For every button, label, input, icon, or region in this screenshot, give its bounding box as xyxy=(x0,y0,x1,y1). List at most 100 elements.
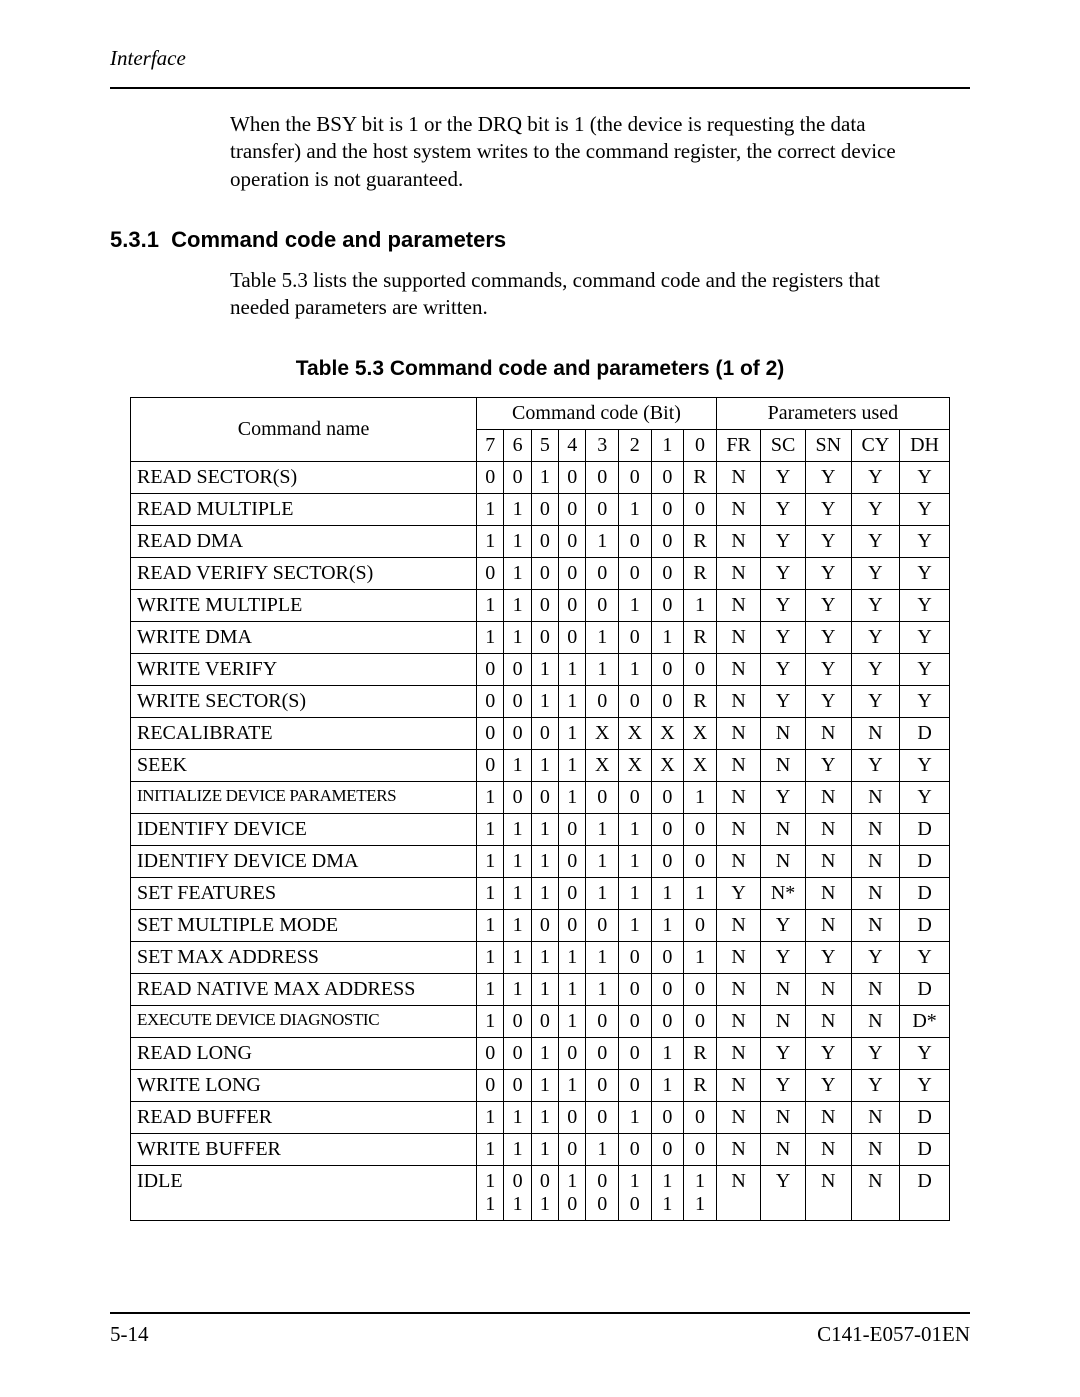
cell-bit: 0 xyxy=(531,622,558,654)
cell-param: N xyxy=(851,1166,899,1221)
cell-param: Y xyxy=(851,494,899,526)
cell-bit: X xyxy=(586,718,619,750)
cell-bit: 1 xyxy=(619,590,652,622)
cell-param: Y xyxy=(851,526,899,558)
cell-param: Y xyxy=(851,622,899,654)
cell-bit: 0 xyxy=(619,974,652,1006)
cell-bit: 0 xyxy=(559,622,586,654)
cell-bit: 0 xyxy=(531,590,558,622)
cell-bit: R xyxy=(684,622,717,654)
cell-bit: 0 xyxy=(586,1070,619,1102)
col-bit0: 0 xyxy=(684,430,717,462)
cell-command-name: IDENTIFY DEVICE DMA xyxy=(131,846,477,878)
col-command-name: Command name xyxy=(131,398,477,462)
cell-param: Y xyxy=(851,654,899,686)
cell-bit: 0 xyxy=(559,910,586,942)
cell-bit: 0 xyxy=(531,910,558,942)
cell-bit: 1 xyxy=(477,910,504,942)
cell-param: N xyxy=(761,974,806,1006)
cell-command-name: WRITE SECTOR(S) xyxy=(131,686,477,718)
cell-bit: 1 xyxy=(586,622,619,654)
cell-param: N xyxy=(805,846,851,878)
cell-param: Y xyxy=(761,1070,806,1102)
cell-bit: 1 xyxy=(684,590,717,622)
cell-param: N xyxy=(761,1006,806,1038)
cell-param: N xyxy=(716,1102,761,1134)
cell-bit: 1 xyxy=(586,878,619,910)
cell-param: D xyxy=(900,974,950,1006)
cell-param: N xyxy=(805,1006,851,1038)
table-row: SET MULTIPLE MODE11000110NYNND xyxy=(131,910,950,942)
cell-bit: 0 xyxy=(619,622,652,654)
cell-bit: 1 xyxy=(619,878,652,910)
cell-bit: 1 xyxy=(559,686,586,718)
running-header: Interface xyxy=(110,46,970,71)
cell-bit: 1 xyxy=(477,526,504,558)
cell-bit: 1 xyxy=(504,750,531,782)
cell-bit: 0 xyxy=(477,654,504,686)
col-fr: FR xyxy=(716,430,761,462)
cell-bit: 0 xyxy=(531,526,558,558)
cell-bit: 1 xyxy=(477,1134,504,1166)
cell-bit: 1 xyxy=(619,910,652,942)
cell-param: N xyxy=(851,846,899,878)
cell-bit: 0 xyxy=(586,910,619,942)
cell-param: N xyxy=(851,910,899,942)
cell-param: D xyxy=(900,1102,950,1134)
col-bit5: 5 xyxy=(531,430,558,462)
cell-bit: 0 xyxy=(586,462,619,494)
table-row: EXECUTE DEVICE DIAGNOSTIC10010000NNNND* xyxy=(131,1006,950,1038)
cell-bit: 1 xyxy=(504,910,531,942)
cell-param: D xyxy=(900,718,950,750)
cell-bit: 1 xyxy=(559,654,586,686)
cell-bit: 0 xyxy=(651,942,684,974)
cell-bit: 1 xyxy=(586,654,619,686)
cell-param: Y xyxy=(805,942,851,974)
cell-param: Y xyxy=(900,494,950,526)
col-group-params: Parameters used xyxy=(716,398,949,430)
cell-command-name: READ MULTIPLE xyxy=(131,494,477,526)
cell-bit: 1 xyxy=(504,814,531,846)
cell-bit: 0 xyxy=(586,782,619,814)
col-sn: SN xyxy=(805,430,851,462)
table-row: READ MULTIPLE11000100NYYYY xyxy=(131,494,950,526)
cell-bit: R xyxy=(684,686,717,718)
cell-param: Y xyxy=(900,686,950,718)
cell-param: N xyxy=(716,622,761,654)
cell-bit: 0 xyxy=(619,462,652,494)
cell-bit: 0 xyxy=(684,974,717,1006)
cell-bit: X xyxy=(586,750,619,782)
cell-bit: 0 xyxy=(651,1006,684,1038)
cell-bit: 1 xyxy=(504,622,531,654)
cell-bit: 0 xyxy=(651,1134,684,1166)
cell-bit: 1 xyxy=(504,974,531,1006)
cell-bit: 0 xyxy=(619,1038,652,1070)
table-row: IDENTIFY DEVICE11101100NNNND xyxy=(131,814,950,846)
cell-command-name: EXECUTE DEVICE DIAGNOSTIC xyxy=(131,1006,477,1038)
cell-param: Y xyxy=(900,1070,950,1102)
cell-bit: 0 xyxy=(619,782,652,814)
cell-param: N xyxy=(761,750,806,782)
cell-bit: R xyxy=(684,462,717,494)
cell-bit: 0 xyxy=(531,782,558,814)
cell-param: N xyxy=(805,1166,851,1221)
cell-bit: 0 xyxy=(504,1006,531,1038)
cell-param: Y xyxy=(761,686,806,718)
cell-bit: X xyxy=(619,750,652,782)
cell-bit: 0 xyxy=(684,1102,717,1134)
cell-bit: 0 xyxy=(477,750,504,782)
cell-param: N xyxy=(805,974,851,1006)
cell-bit: 0 xyxy=(559,558,586,590)
cell-bit: 1 xyxy=(684,878,717,910)
cell-bit: 1 xyxy=(651,910,684,942)
cell-bit: 0 xyxy=(651,1102,684,1134)
col-bit7: 7 xyxy=(477,430,504,462)
cell-bit: 0 xyxy=(586,1038,619,1070)
cell-param: Y xyxy=(805,654,851,686)
cell-param: Y xyxy=(805,622,851,654)
cell-bit: 0 0 xyxy=(586,1166,619,1221)
col-bit4: 4 xyxy=(559,430,586,462)
cell-bit: 1 xyxy=(531,750,558,782)
cell-bit: 0 xyxy=(684,846,717,878)
cell-bit: 1 xyxy=(531,654,558,686)
